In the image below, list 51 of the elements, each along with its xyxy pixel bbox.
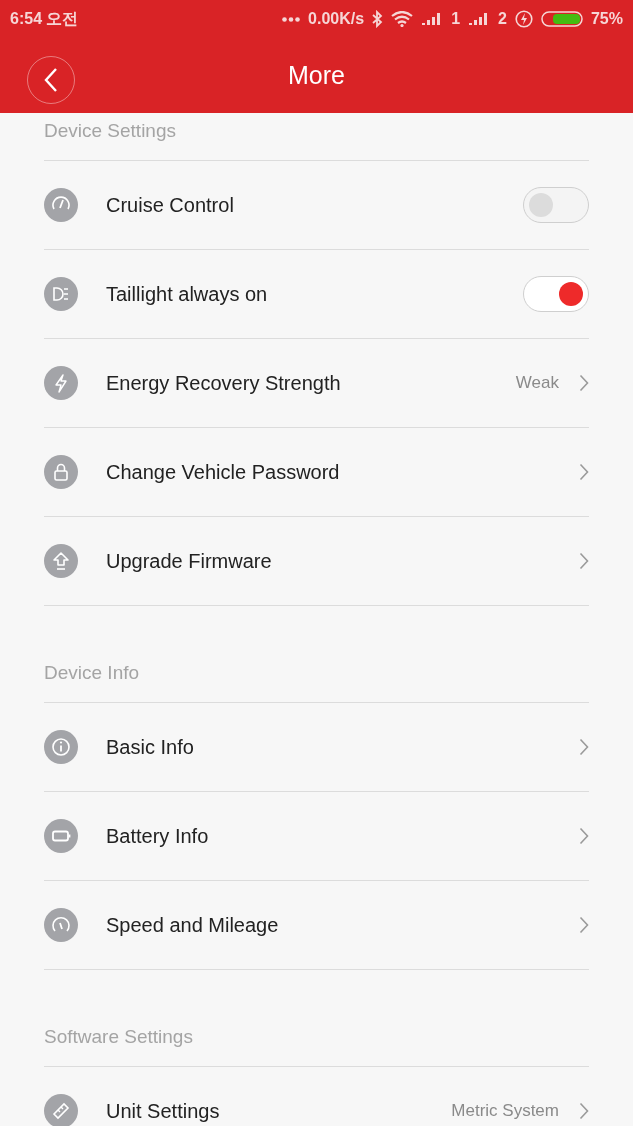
setting-label: Basic Info [106,735,195,759]
setting-label: Unit Settings [106,1099,221,1123]
wifi-icon [391,11,414,27]
toggle-switch[interactable] [523,276,589,312]
setting-label: Speed and Mileage [106,913,280,937]
sim-label: 2 [498,10,507,28]
chevron-icon [579,827,589,845]
network-speed: 0.00K/s [308,10,365,28]
settings-row[interactable]: Basic Info [44,703,589,792]
battery-icon [540,11,583,27]
settings-row[interactable]: Taillight always on [44,250,589,339]
page-title: More [288,61,345,90]
settings-row[interactable]: Upgrade Firmware [44,517,589,606]
battery-icon [44,819,78,853]
info-icon [44,730,78,764]
setting-label: Upgrade Firmware [106,549,273,573]
lightning-icon [44,366,78,400]
chevron-icon [579,916,589,934]
setting-label: Cruise Control [106,193,235,217]
settings-row[interactable]: Energy Recovery Strength Weak [44,339,589,428]
more-dots-icon [282,16,301,22]
status-time: 6:54 오전 [10,8,79,29]
toggle-switch[interactable] [523,187,589,223]
headlight-icon [44,277,78,311]
setting-label: Taillight always on [106,282,269,306]
upload-icon [44,544,78,578]
setting-label: Change Vehicle Password [106,460,341,484]
section-title: Software Settings [44,1026,193,1048]
charging-icon [514,10,533,28]
chevron-icon [579,552,589,570]
setting-value: Metric System [451,1101,559,1121]
battery-percent: 75% [590,10,623,28]
settings-row[interactable]: Battery Info [44,792,589,881]
sim-label: 1 [451,10,461,28]
setting-value: Weak [515,373,559,393]
settings-row[interactable]: Cruise Control [44,161,589,250]
chevron-icon [579,374,589,392]
section-title: Device Info [44,662,140,684]
setting-label: Energy Recovery Strength [106,371,342,395]
settings-row[interactable]: Change Vehicle Password [44,428,589,517]
settings-row[interactable]: Unit Settings Metric System [44,1067,589,1126]
bluetooth-icon [372,10,384,28]
gauge-icon [44,908,78,942]
setting-label: Battery Info [106,824,210,848]
settings-row[interactable]: Speed and Mileage [44,881,589,970]
lock-icon [44,455,78,489]
chevron-icon [579,1102,589,1120]
chevron-icon [579,463,589,481]
section-title: Device Settings [44,120,176,142]
chevron-icon [579,738,589,756]
speedometer-icon [44,188,78,222]
